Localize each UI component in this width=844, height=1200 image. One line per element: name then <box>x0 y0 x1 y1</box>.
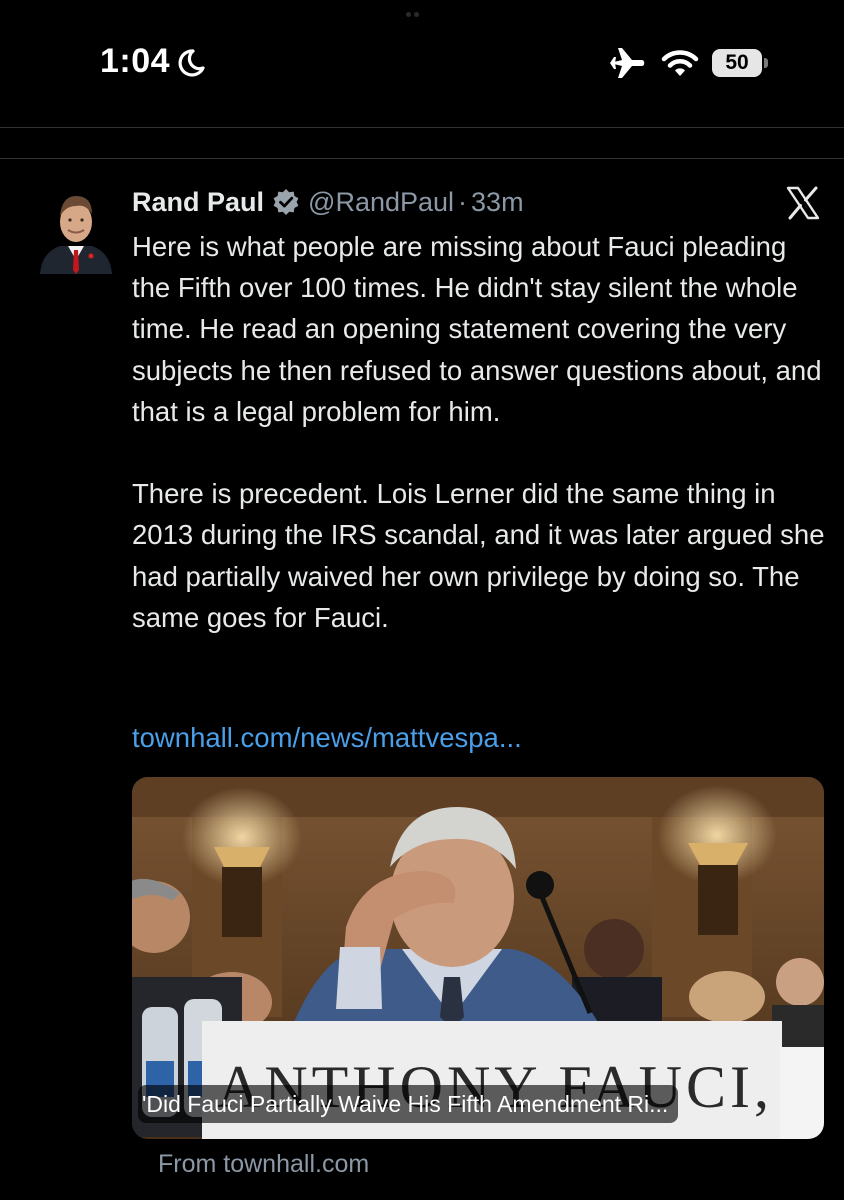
battery-level: 50 <box>725 51 749 74</box>
status-bar: 1:04 50 <box>0 0 844 128</box>
airplane-icon <box>610 48 645 78</box>
tweet-paragraph: Here is what people are missing about Fa… <box>132 231 822 427</box>
tweet-text: Here is what people are missing about Fa… <box>132 226 832 638</box>
tweet-paragraph: There is precedent. Lois Lerner did the … <box>132 478 825 633</box>
avatar[interactable] <box>36 182 116 282</box>
divider <box>0 158 844 159</box>
tweet-header: Rand Paul @RandPaul · 33m <box>132 184 524 220</box>
wifi-icon <box>661 50 699 76</box>
author-handle[interactable]: @RandPaul <box>308 187 454 218</box>
tweet-timestamp[interactable]: 33m <box>471 187 524 218</box>
status-time: 1:04 <box>100 42 171 80</box>
moon-icon <box>178 49 205 77</box>
separator-dot: · <box>458 186 468 217</box>
battery-nub <box>764 58 768 68</box>
x-logo-icon[interactable] <box>785 186 821 220</box>
divider <box>0 127 844 128</box>
link-preview-card[interactable]: ANTHONY FAUCI, M.D. 'Did Fauci Partially… <box>132 777 824 1139</box>
battery-icon: 50 <box>712 49 768 77</box>
notch-indicator <box>406 4 430 17</box>
author-name[interactable]: Rand Paul <box>132 187 264 218</box>
card-title[interactable]: 'Did Fauci Partially Waive His Fifth Ame… <box>138 1085 679 1123</box>
verified-badge-icon <box>273 189 299 215</box>
card-source[interactable]: From townhall.com <box>158 1150 369 1179</box>
tweet-link[interactable]: townhall.com/news/mattvespa... <box>132 722 522 754</box>
